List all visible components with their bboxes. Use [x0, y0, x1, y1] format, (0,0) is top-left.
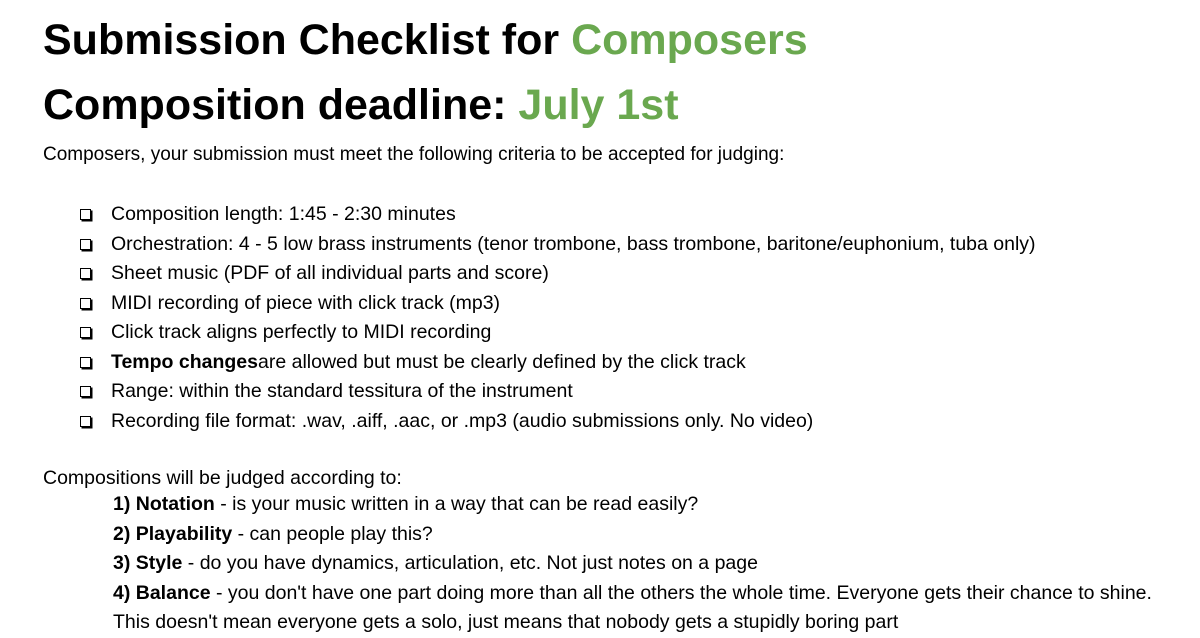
- judging-criteria: 1) Notation - is your music written in a…: [113, 490, 1173, 638]
- checklist-item: Click track aligns perfectly to MIDI rec…: [80, 318, 1036, 348]
- checklist-item: Range: within the standard tessitura of …: [80, 377, 1036, 407]
- checkbox-icon: [80, 415, 91, 427]
- checkbox-icon: [80, 268, 91, 280]
- title-accent: Composers: [571, 16, 808, 64]
- checklist-item: Tempo changes are allowed but must be cl…: [80, 348, 1036, 378]
- intro-text: Composers, your submission must meet the…: [43, 144, 785, 165]
- deadline-heading: Composition deadline: July 1st: [43, 80, 679, 130]
- judging-heading: Compositions will be judged according to…: [43, 467, 402, 489]
- checkbox-icon: [80, 327, 91, 339]
- criteria-item: 2) Playability - can people play this?: [113, 522, 433, 545]
- checkbox-icon: [80, 356, 91, 368]
- criteria-item: 1) Notation - is your music written in a…: [113, 493, 699, 515]
- checkbox-icon: [80, 238, 91, 250]
- checklist-item: Composition length: 1:45 - 2:30 minutes: [80, 200, 1036, 230]
- checklist-item: MIDI recording of piece with click track…: [80, 289, 1036, 319]
- deadline-prefix: Composition deadline:: [43, 81, 519, 129]
- checkbox-icon: [80, 297, 91, 309]
- criteria-item: 3) Style - do you have dynamics, articul…: [113, 552, 758, 574]
- page-title: Submission Checklist for Composers: [43, 15, 808, 65]
- title-prefix: Submission Checklist for: [43, 16, 572, 64]
- submission-checklist: Composition length: 1:45 - 2:30 minutes …: [80, 200, 1036, 436]
- criteria-item: 4) Balance - you don't have one part doi…: [113, 581, 1152, 634]
- checklist-item: Recording file format: .wav, .aiff, .aac…: [80, 407, 1036, 437]
- document-page: Submission Checklist for Composers Compo…: [0, 0, 1200, 633]
- checklist-item: Orchestration: 4 - 5 low brass instrumen…: [80, 230, 1036, 260]
- checkbox-icon: [80, 386, 91, 398]
- deadline-date: July 1st: [518, 81, 679, 129]
- checklist-item: Sheet music (PDF of all individual parts…: [80, 259, 1036, 289]
- checkbox-icon: [80, 209, 91, 221]
